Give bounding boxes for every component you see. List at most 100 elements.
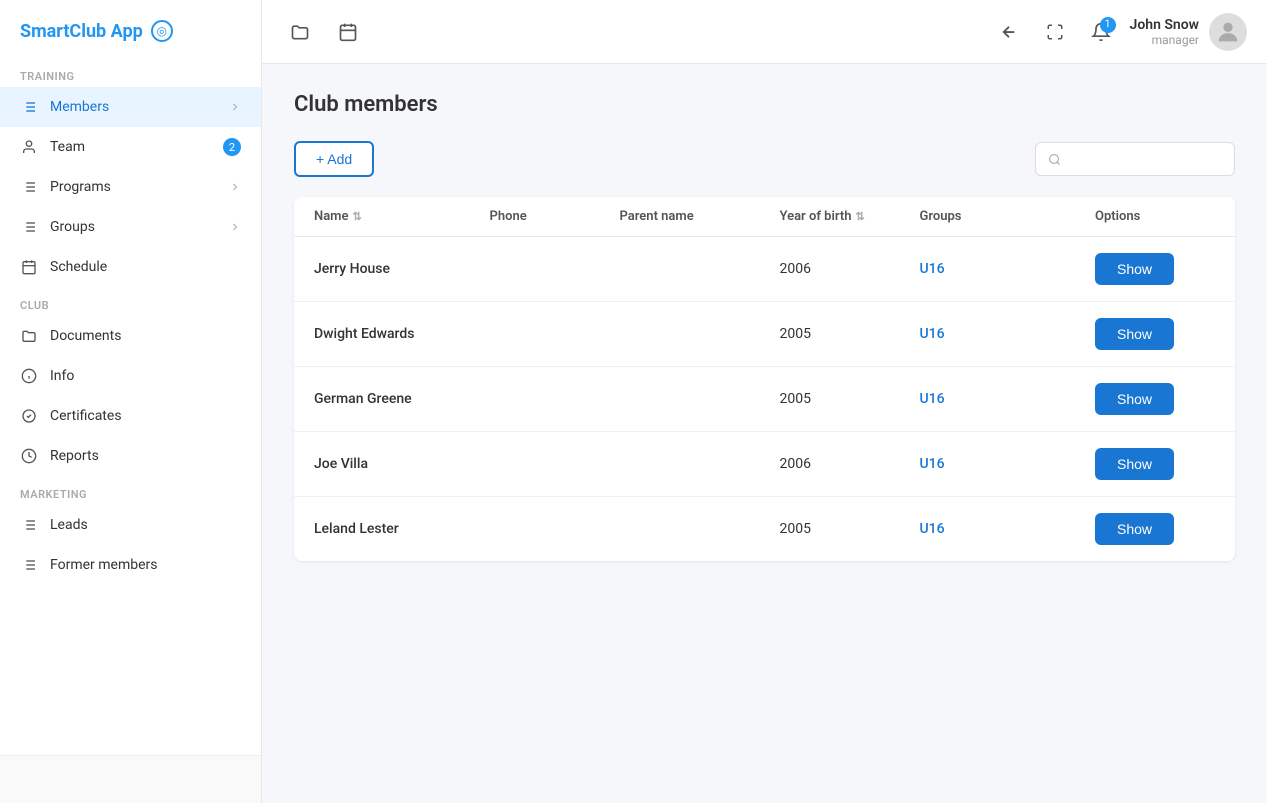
table-row: German Greene 2005 U16 Show [294, 367, 1235, 432]
sidebar: SmartClub App ◎ TRAINING Members Team2 Prog… [0, 0, 262, 803]
cell-options: Show [1095, 448, 1215, 480]
back-button[interactable] [992, 15, 1026, 49]
badge-icon [20, 407, 38, 425]
page-title: Club members [294, 92, 1235, 117]
sidebar-section-label: TRAINING [0, 58, 261, 87]
cell-options: Show [1095, 383, 1215, 415]
topbar-actions: 1 John Snow manager [992, 13, 1247, 51]
sidebar-item-info[interactable]: Info [0, 356, 261, 396]
add-member-button[interactable]: + Add [294, 141, 374, 177]
cell-group: U16 [920, 521, 1096, 537]
table-row: Leland Lester 2005 U16 Show [294, 497, 1235, 561]
sidebar-item-programs[interactable]: Programs [0, 167, 261, 207]
fullscreen-button[interactable] [1038, 15, 1072, 49]
app-logo-icon: ◎ [151, 20, 173, 42]
cell-year-of-birth: 2006 [780, 261, 920, 277]
show-button[interactable]: Show [1095, 448, 1174, 480]
group-link[interactable]: U16 [920, 261, 945, 277]
avatar [1209, 13, 1247, 51]
sidebar-item-documents[interactable]: Documents [0, 316, 261, 356]
sidebar-item-team[interactable]: Team2 [0, 127, 261, 167]
sidebar-item-schedule[interactable]: Schedule [0, 247, 261, 287]
user-info[interactable]: John Snow manager [1130, 13, 1247, 51]
sidebar-item-reports[interactable]: Reports [0, 436, 261, 476]
app-name: SmartClub App [20, 21, 143, 42]
sidebar-item-label: Groups [50, 219, 217, 235]
calendar-button[interactable] [330, 14, 366, 50]
col-groups: Groups [920, 209, 1096, 224]
group-link[interactable]: U16 [920, 521, 945, 537]
main-area: 1 John Snow manager Club members + Add [262, 0, 1267, 803]
search-icon [1048, 152, 1061, 167]
sidebar-item-label: Team [50, 139, 211, 155]
cell-name: German Greene [314, 391, 490, 407]
user-name: John Snow [1130, 17, 1199, 33]
sort-icon: ⇅ [352, 210, 361, 223]
clock-icon [20, 447, 38, 465]
search-input[interactable] [1069, 151, 1222, 167]
show-button[interactable]: Show [1095, 513, 1174, 545]
app-logo[interactable]: SmartClub App ◎ [0, 0, 261, 58]
user-text: John Snow manager [1130, 17, 1199, 47]
col-phone: Phone [490, 209, 620, 224]
cell-year-of-birth: 2005 [780, 391, 920, 407]
sidebar-item-leads[interactable]: Leads [0, 505, 261, 545]
col-parent-name: Parent name [620, 209, 780, 224]
sidebar-item-former-members[interactable]: Former members [0, 545, 261, 585]
notification-badge: 1 [1100, 17, 1116, 33]
sidebar-item-label: Members [50, 99, 217, 115]
cell-options: Show [1095, 513, 1215, 545]
cell-year-of-birth: 2005 [780, 521, 920, 537]
cell-group: U16 [920, 261, 1096, 277]
cell-year-of-birth: 2006 [780, 456, 920, 472]
table-row: Jerry House 2006 U16 Show [294, 237, 1235, 302]
sidebar-item-groups[interactable]: Groups [0, 207, 261, 247]
cell-group: U16 [920, 326, 1096, 342]
chevron-right-icon [229, 181, 241, 193]
list-icon [20, 516, 38, 534]
topbar: 1 John Snow manager [262, 0, 1267, 64]
col-options: Options [1095, 209, 1215, 224]
group-link[interactable]: U16 [920, 326, 945, 342]
sidebar-item-label: Leads [50, 517, 241, 533]
sidebar-bottom [0, 755, 261, 803]
members-table: Name ⇅ Phone Parent name Year of birth ⇅… [294, 197, 1235, 561]
sidebar-item-label: Schedule [50, 259, 241, 275]
cell-group: U16 [920, 456, 1096, 472]
cell-group: U16 [920, 391, 1096, 407]
content-area: Club members + Add Name ⇅ Phone [262, 64, 1267, 803]
show-button[interactable]: Show [1095, 318, 1174, 350]
sidebar-section-label: CLUB [0, 287, 261, 316]
content-toolbar: + Add [294, 141, 1235, 177]
folder-icon [20, 327, 38, 345]
sidebar-item-certificates[interactable]: Certificates [0, 396, 261, 436]
show-button[interactable]: Show [1095, 253, 1174, 285]
cell-options: Show [1095, 318, 1215, 350]
person-icon [20, 138, 38, 156]
folder-button[interactable] [282, 14, 318, 50]
cell-name: Leland Lester [314, 521, 490, 537]
sidebar-item-label: Reports [50, 448, 241, 464]
show-button[interactable]: Show [1095, 383, 1174, 415]
list-icon [20, 98, 38, 116]
cell-name: Jerry House [314, 261, 490, 277]
group-link[interactable]: U16 [920, 456, 945, 472]
table-header: Name ⇅ Phone Parent name Year of birth ⇅… [294, 197, 1235, 237]
sidebar-item-label: Info [50, 368, 241, 384]
list-icon [20, 178, 38, 196]
cell-name: Dwight Edwards [314, 326, 490, 342]
cell-options: Show [1095, 253, 1215, 285]
sidebar-item-label: Certificates [50, 408, 241, 424]
group-link[interactable]: U16 [920, 391, 945, 407]
cell-year-of-birth: 2005 [780, 326, 920, 342]
cell-name: Joe Villa [314, 456, 490, 472]
sidebar-item-label: Programs [50, 179, 217, 195]
search-box [1035, 142, 1235, 176]
notification-button[interactable]: 1 [1084, 15, 1118, 49]
table-body: Jerry House 2006 U16 Show Dwight Edwards… [294, 237, 1235, 561]
sidebar-section-label: MARKETING [0, 476, 261, 505]
table-row: Joe Villa 2006 U16 Show [294, 432, 1235, 497]
sort-icon-yob: ⇅ [855, 210, 864, 223]
sidebar-item-label: Former members [50, 557, 241, 573]
sidebar-item-members[interactable]: Members [0, 87, 261, 127]
